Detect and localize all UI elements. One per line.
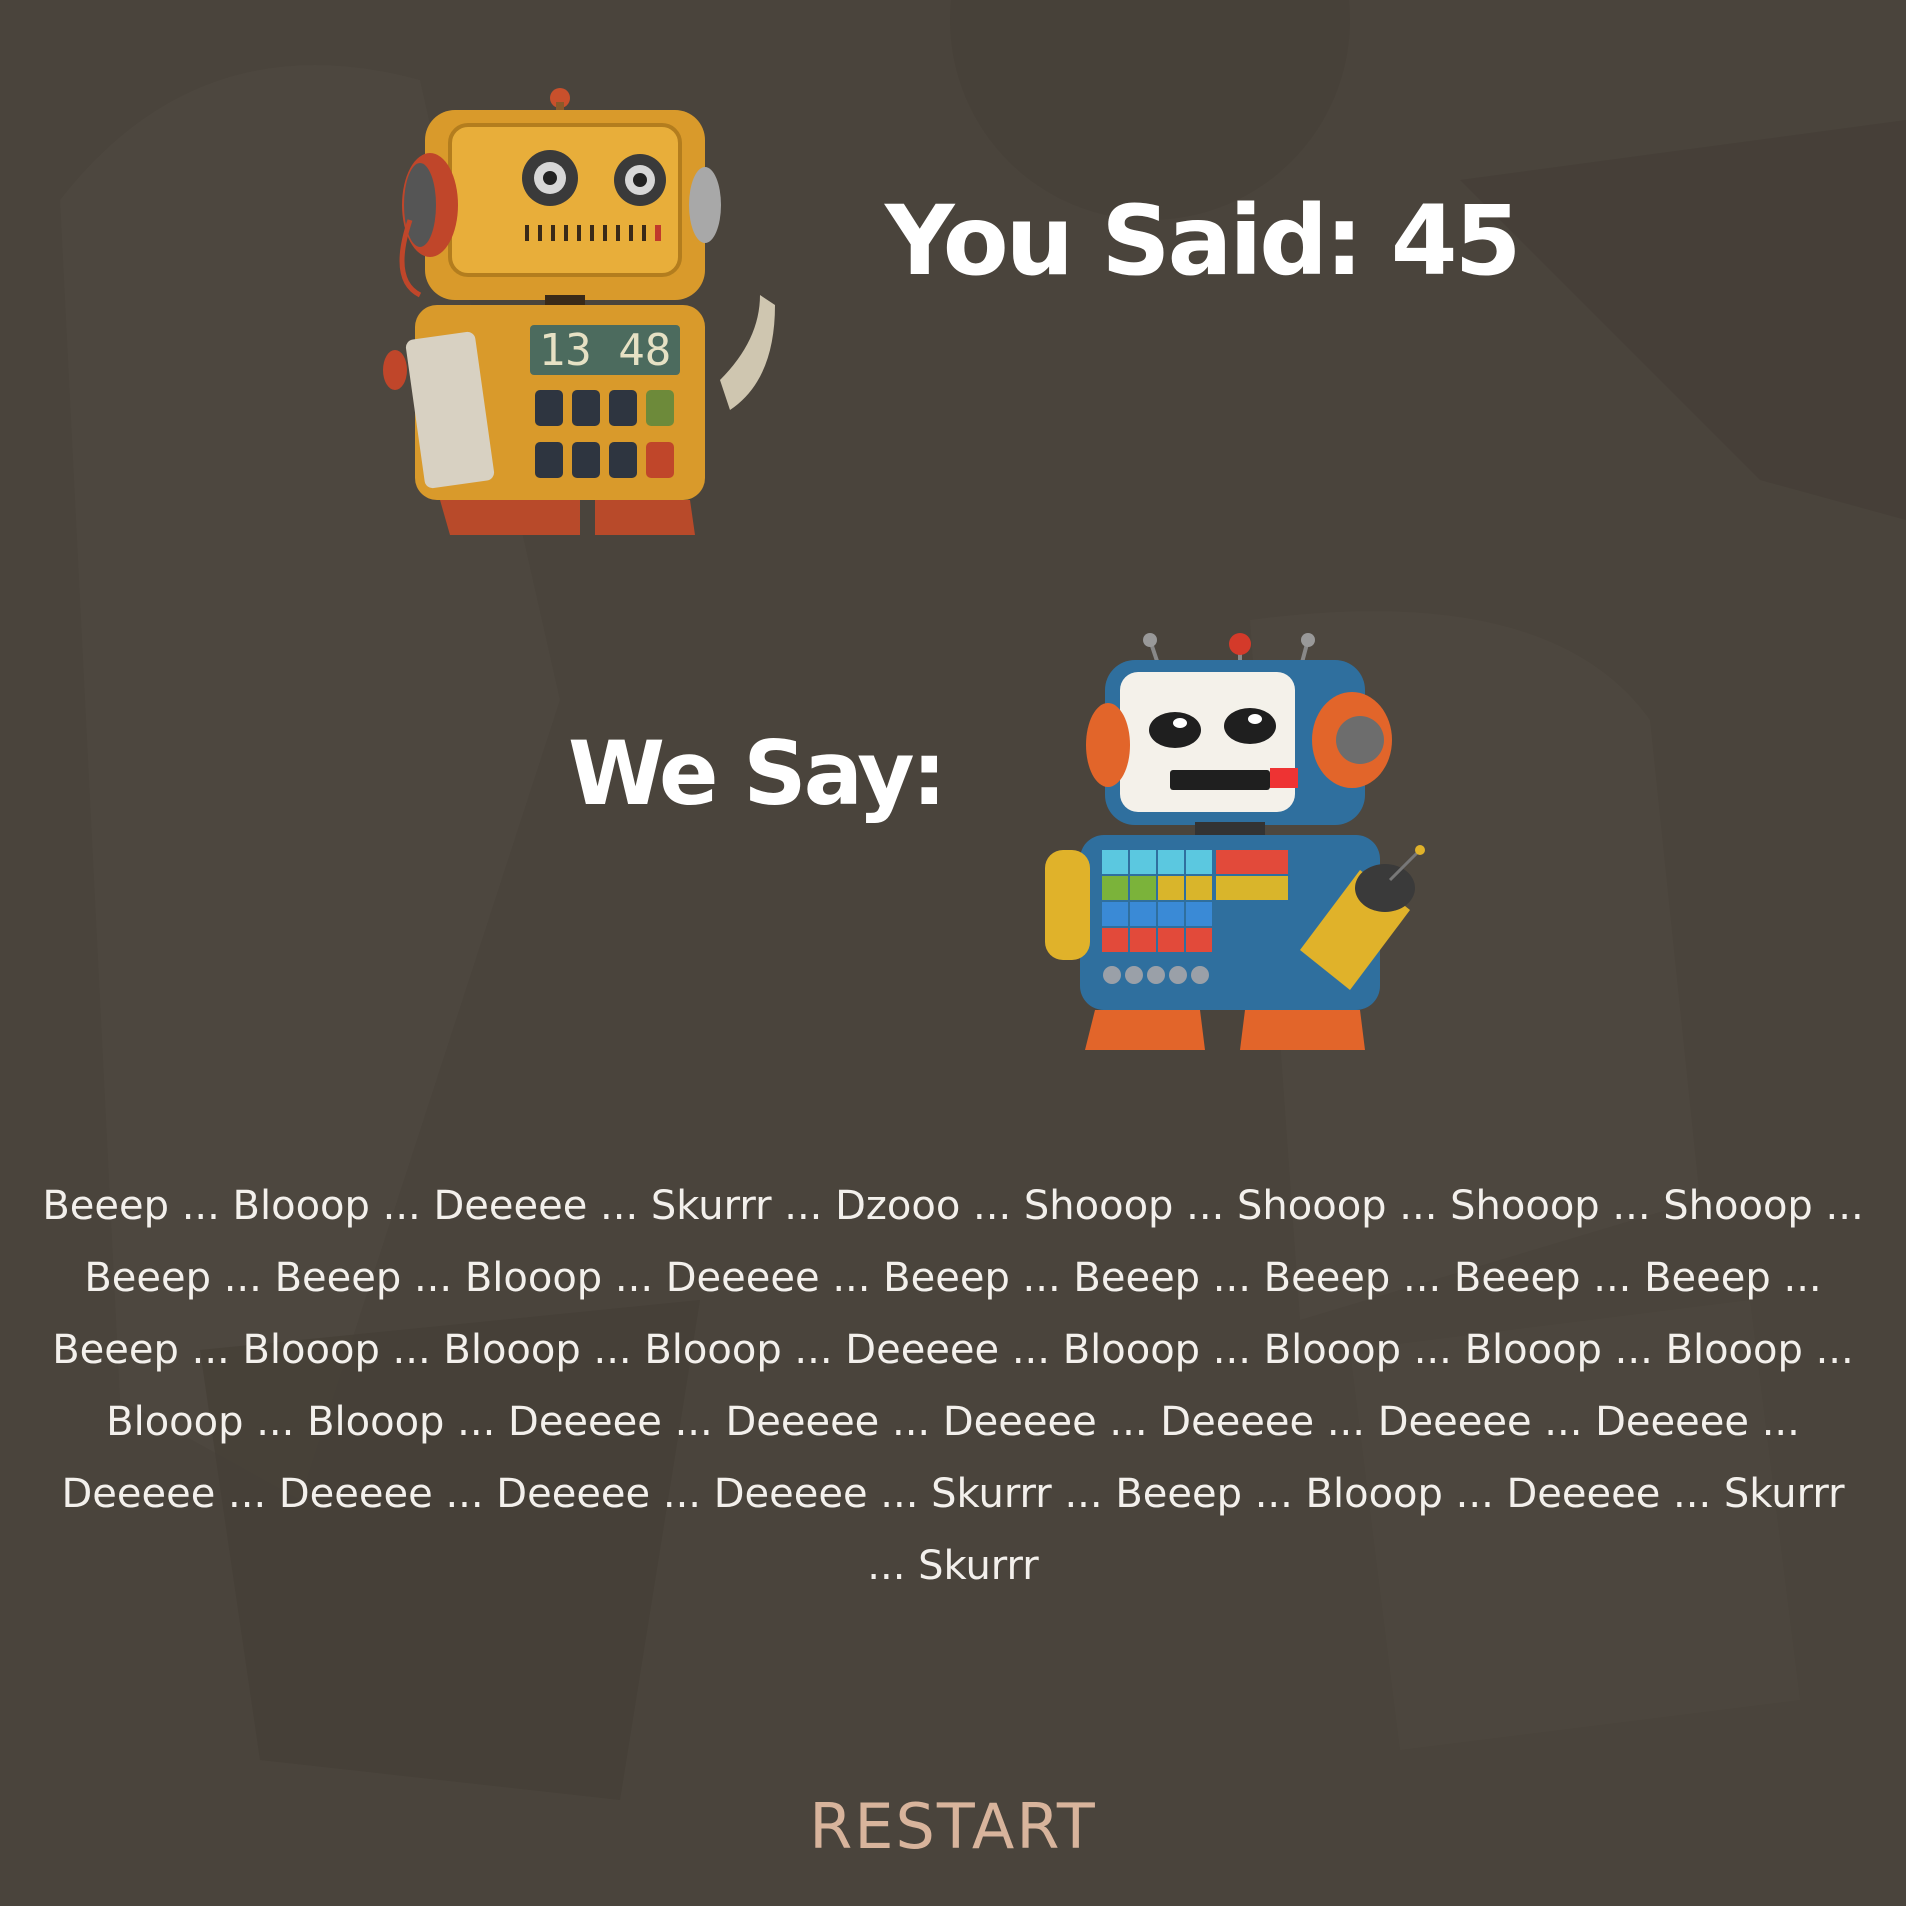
calculator-display: 13 48 [539, 325, 671, 376]
robot-response-text: Beeep ... Blooop ... Deeeee ... Skurrr .… [42, 1183, 1864, 1589]
calculator-robot-image: 13 48 [380, 80, 780, 550]
restart-button[interactable]: RESTART [0, 1790, 1906, 1863]
we-say-heading: We Say: [568, 722, 947, 825]
blue-robot-image [1030, 630, 1450, 1070]
you-said-heading: You Said: 45 [885, 185, 1521, 297]
